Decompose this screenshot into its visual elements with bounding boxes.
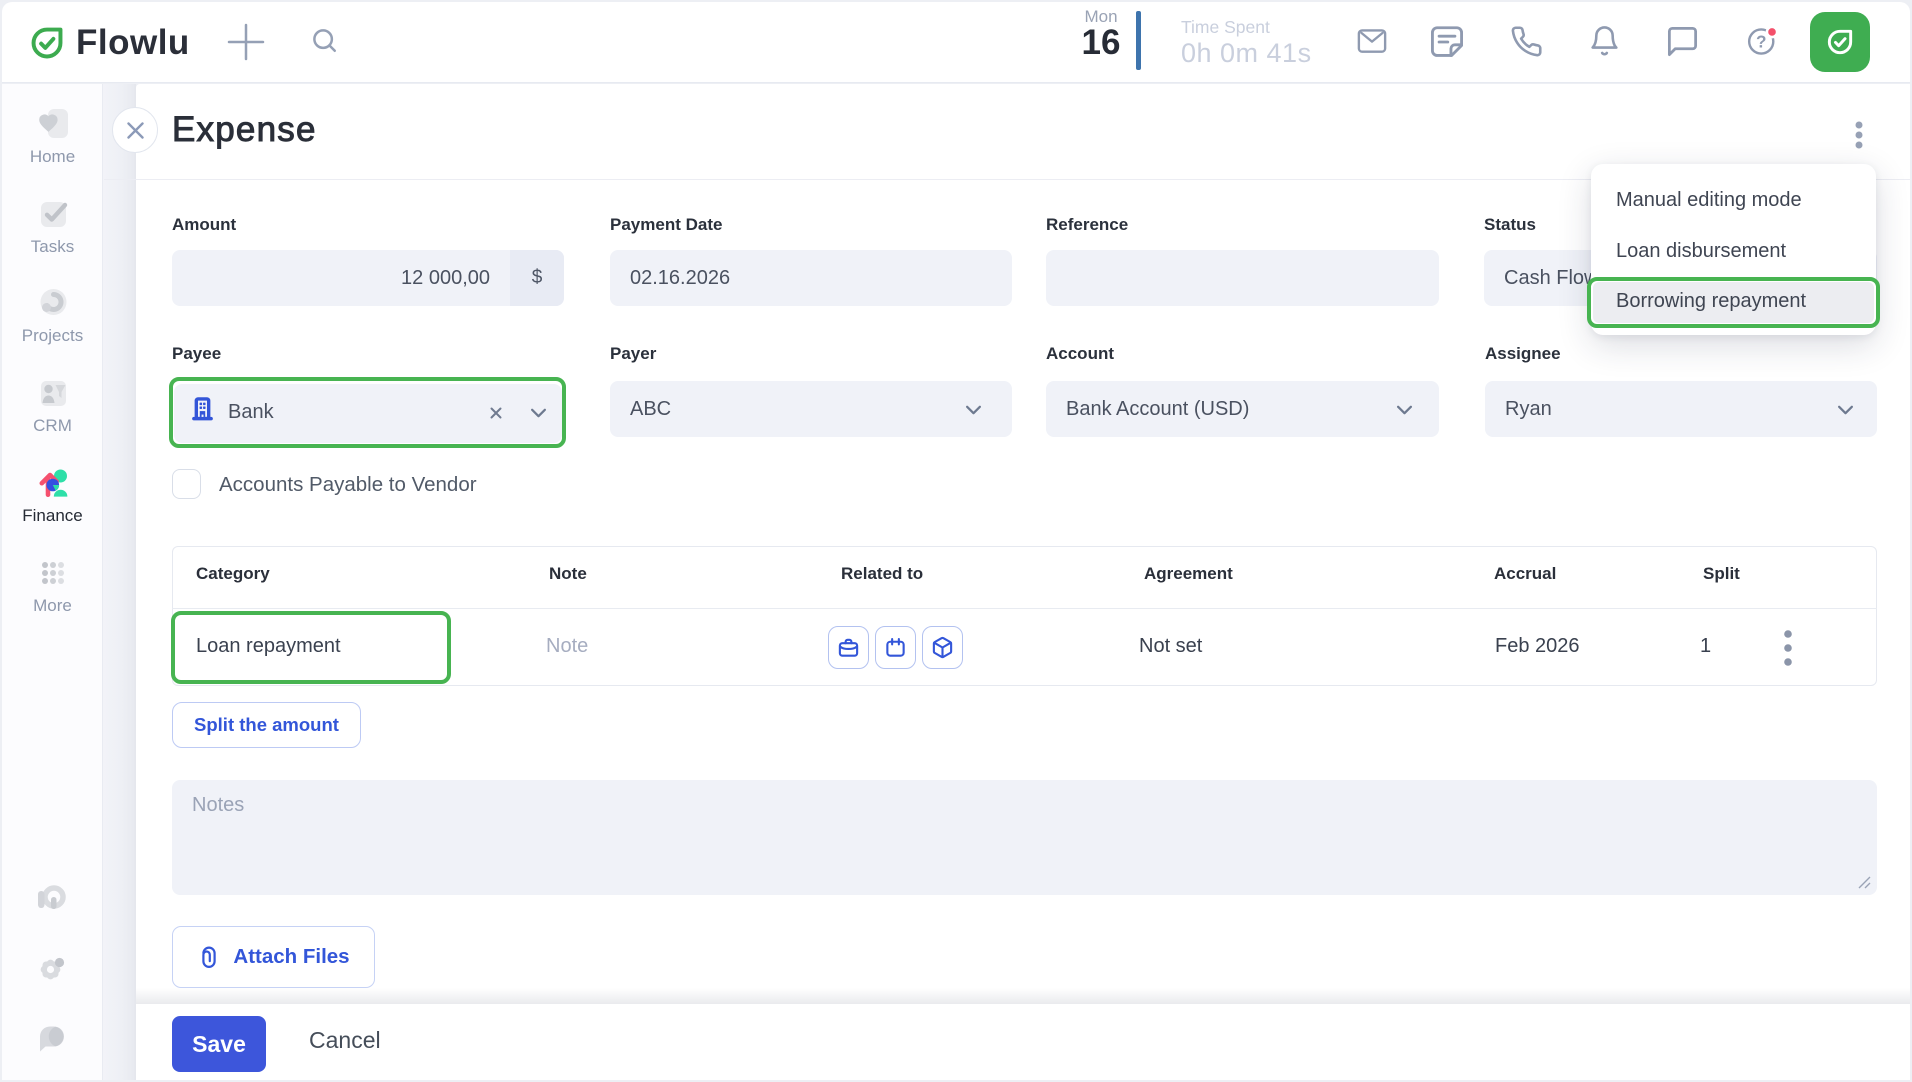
svg-text:?: ? bbox=[1756, 31, 1766, 51]
